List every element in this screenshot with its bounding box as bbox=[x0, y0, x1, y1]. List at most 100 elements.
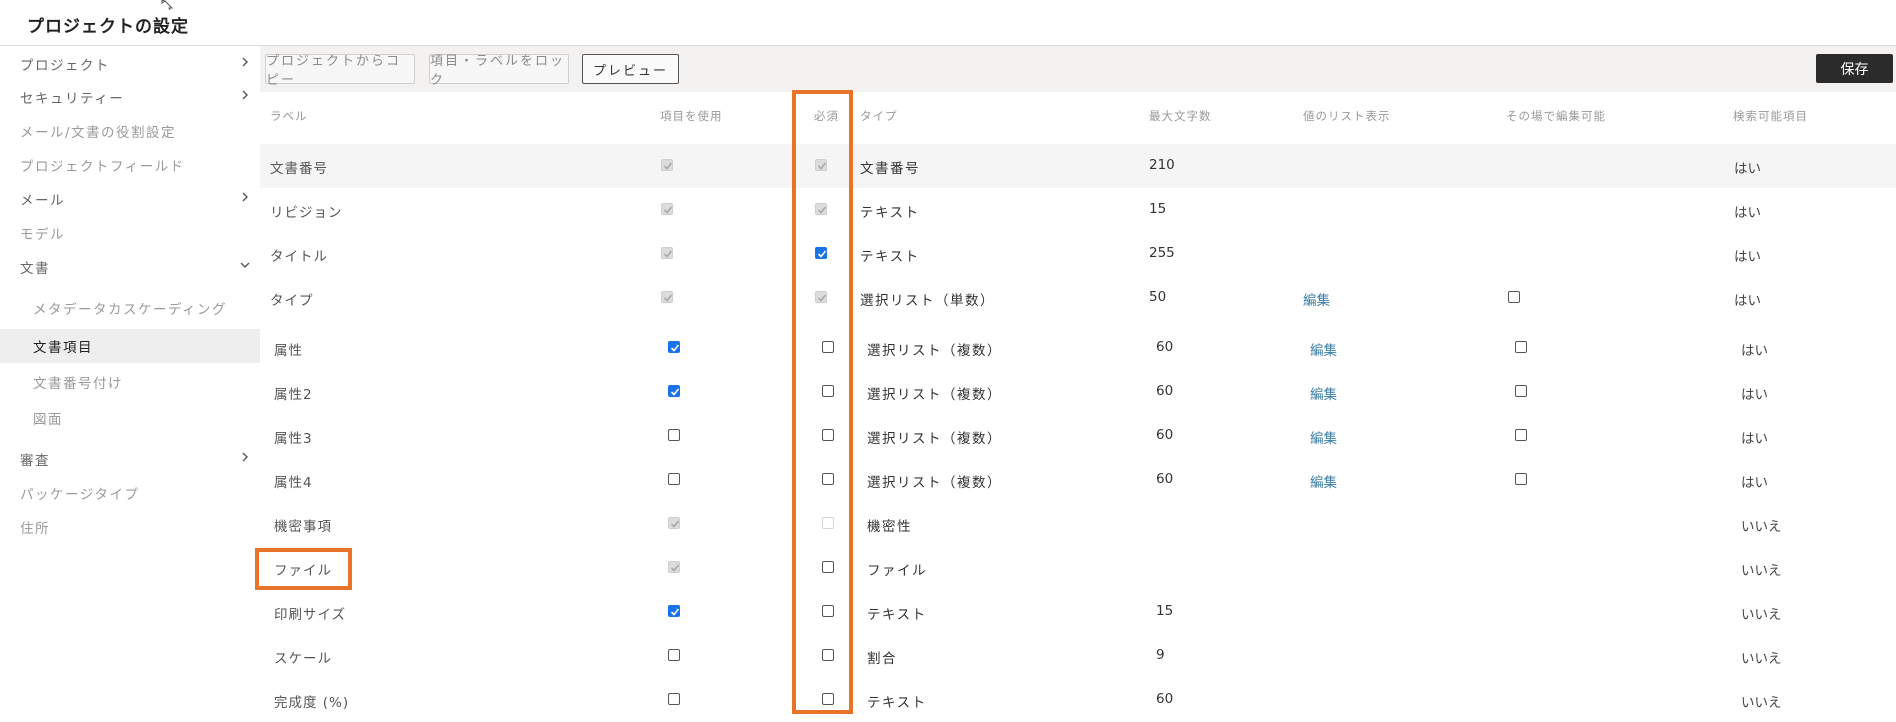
required-checkbox[interactable] bbox=[822, 649, 834, 661]
field-label: 属性 bbox=[274, 343, 303, 359]
table-row: 属性 選択リスト（複数） 60 編集 はい bbox=[260, 326, 1896, 370]
field-type: 機密性 bbox=[867, 519, 912, 535]
field-type: 選択リスト（単数） bbox=[860, 293, 995, 309]
sidebar-item-label: モデル bbox=[20, 227, 65, 243]
max-chars-value: 60 bbox=[1156, 427, 1174, 443]
table-row: リビジョン テキスト 15 はい bbox=[260, 188, 1896, 232]
sidebar-item-label: プロジェクト bbox=[20, 58, 110, 74]
required-checkbox[interactable] bbox=[822, 693, 834, 705]
sidebar-item-label: メタデータカスケーディング bbox=[33, 302, 228, 318]
required-checkbox[interactable] bbox=[815, 247, 827, 259]
sidebar-item[interactable]: メール bbox=[0, 182, 260, 216]
table-row: 機密事項 機密性 いいえ bbox=[260, 502, 1896, 546]
sidebar-item[interactable]: プロジェクト bbox=[0, 47, 260, 81]
sidebar: プロジェクトセキュリティーメール/文書の役割設定 プロジェクトフィールドメールモデ… bbox=[0, 46, 260, 714]
edit-list-link[interactable]: 編集 bbox=[1310, 383, 1337, 403]
field-label: スケール bbox=[274, 651, 332, 667]
use-field-checkbox[interactable] bbox=[668, 605, 680, 617]
field-type: テキスト bbox=[860, 205, 920, 221]
sidebar-item[interactable]: 審査 bbox=[0, 442, 260, 476]
field-label: 機密事項 bbox=[274, 519, 332, 535]
sidebar-item[interactable]: 文書番号付け bbox=[0, 365, 260, 399]
edit-list-link[interactable]: 編集 bbox=[1303, 289, 1330, 309]
lock-fields-labels-button[interactable]: 項目・ラベルをロック bbox=[429, 54, 569, 88]
sidebar-item[interactable]: プロジェクトフィールド bbox=[0, 148, 260, 182]
chevron-right-icon bbox=[242, 90, 248, 100]
sidebar-item[interactable]: 文書 bbox=[0, 250, 260, 284]
sidebar-item[interactable]: セキュリティー bbox=[0, 80, 260, 114]
table-row: 属性3 選択リスト（複数） 60 編集 はい bbox=[260, 414, 1896, 458]
searchable-value: いいえ bbox=[1741, 607, 1782, 623]
use-field-checkbox[interactable] bbox=[668, 341, 680, 353]
required-checkbox[interactable] bbox=[822, 605, 834, 617]
use-field-checkbox bbox=[661, 159, 673, 171]
sidebar-item-label: 文書項目 bbox=[33, 340, 93, 356]
sidebar-item[interactable]: モデル bbox=[0, 216, 260, 250]
table-row: スケール 割合 9 いいえ bbox=[260, 634, 1896, 678]
column-header-required: 必須 bbox=[814, 109, 839, 123]
searchable-value: いいえ bbox=[1741, 651, 1782, 667]
toolbar: プロジェクトからコピー 項目・ラベルをロック プレビュー 保存 bbox=[260, 46, 1896, 92]
max-chars-value: 60 bbox=[1156, 339, 1174, 355]
chevron-right-icon bbox=[242, 57, 248, 67]
required-checkbox[interactable] bbox=[822, 341, 834, 353]
save-button[interactable]: 保存 bbox=[1816, 54, 1893, 83]
max-chars-value: 50 bbox=[1149, 289, 1167, 305]
preview-button[interactable]: プレビュー bbox=[582, 54, 679, 84]
field-type: 割合 bbox=[867, 651, 897, 667]
sidebar-item[interactable]: 図面 bbox=[0, 401, 260, 435]
field-label: 属性2 bbox=[274, 387, 313, 403]
sidebar-item[interactable]: パッケージタイプ bbox=[0, 476, 260, 510]
inline-edit-checkbox[interactable] bbox=[1508, 291, 1520, 303]
column-header-label: ラベル bbox=[270, 109, 308, 123]
inline-edit-checkbox[interactable] bbox=[1515, 429, 1527, 441]
edit-list-link[interactable]: 編集 bbox=[1310, 427, 1337, 447]
field-label: 属性3 bbox=[274, 431, 313, 447]
chevron-right-icon bbox=[242, 452, 248, 462]
use-field-checkbox[interactable] bbox=[668, 649, 680, 661]
field-label: タイトル bbox=[270, 249, 328, 265]
sidebar-item[interactable]: メタデータカスケーディング bbox=[0, 291, 260, 325]
chevron-down-icon bbox=[240, 262, 250, 268]
required-checkbox[interactable] bbox=[822, 429, 834, 441]
field-label: タイプ bbox=[270, 293, 314, 309]
sidebar-item[interactable]: メール/文書の役割設定 bbox=[0, 114, 260, 148]
max-chars-value: 60 bbox=[1156, 691, 1174, 707]
use-field-checkbox bbox=[668, 561, 680, 573]
max-chars-value: 9 bbox=[1156, 647, 1165, 663]
max-chars-value: 255 bbox=[1149, 245, 1175, 261]
use-field-checkbox[interactable] bbox=[668, 693, 680, 705]
sidebar-item[interactable]: 住所 bbox=[0, 510, 260, 544]
use-field-checkbox[interactable] bbox=[668, 385, 680, 397]
required-checkbox[interactable] bbox=[822, 561, 834, 573]
inline-edit-checkbox[interactable] bbox=[1515, 473, 1527, 485]
sidebar-item-label: プロジェクトフィールド bbox=[20, 159, 185, 175]
required-checkbox[interactable] bbox=[822, 385, 834, 397]
sidebar-item[interactable]: 文書項目 bbox=[0, 329, 260, 363]
required-checkbox[interactable] bbox=[822, 473, 834, 485]
searchable-value: はい bbox=[1734, 161, 1761, 177]
inline-edit-checkbox[interactable] bbox=[1515, 341, 1527, 353]
max-chars-value: 210 bbox=[1149, 157, 1175, 173]
max-chars-value: 15 bbox=[1149, 201, 1167, 217]
use-field-checkbox bbox=[661, 203, 673, 215]
field-label: 完成度 (%) bbox=[274, 695, 350, 711]
table-row: ファイル ファイル いいえ bbox=[260, 546, 1896, 590]
searchable-value: はい bbox=[1741, 343, 1768, 359]
copy-from-project-button[interactable]: プロジェクトからコピー bbox=[265, 54, 415, 88]
sidebar-item-label: メール/文書の役割設定 bbox=[20, 125, 177, 141]
inline-edit-checkbox[interactable] bbox=[1515, 385, 1527, 397]
use-field-checkbox[interactable] bbox=[668, 473, 680, 485]
column-header-use: 項目を使用 bbox=[660, 109, 723, 123]
required-checkbox bbox=[822, 517, 834, 529]
field-label: ファイル bbox=[274, 563, 332, 579]
searchable-value: はい bbox=[1741, 475, 1768, 491]
mouse-cursor-icon bbox=[161, 0, 174, 10]
field-type: 選択リスト（複数） bbox=[867, 431, 1002, 447]
edit-list-link[interactable]: 編集 bbox=[1310, 471, 1337, 491]
searchable-value: はい bbox=[1734, 205, 1761, 221]
edit-list-link[interactable]: 編集 bbox=[1310, 339, 1337, 359]
field-label: 属性4 bbox=[274, 475, 313, 491]
use-field-checkbox[interactable] bbox=[668, 429, 680, 441]
table-row: 印刷サイズ テキスト 15 いいえ bbox=[260, 590, 1896, 634]
